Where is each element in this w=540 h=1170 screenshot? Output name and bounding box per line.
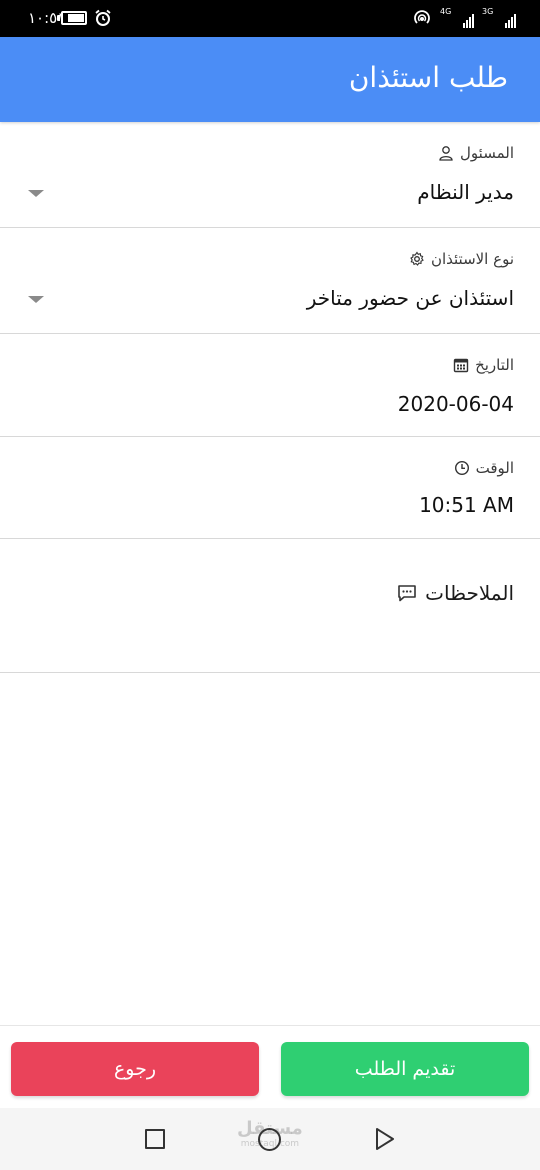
chevron-down-icon[interactable]: [28, 296, 44, 303]
system-nav-bar: مستقل mostaql.com: [0, 1108, 540, 1170]
leave-type-label-group: نوع الاستئذان: [409, 250, 514, 268]
date-value: 2020-06-04: [397, 392, 514, 416]
date-label: التاريخ: [475, 356, 514, 374]
home-icon[interactable]: [258, 1128, 281, 1151]
leave-type-label: نوع الاستئذان: [430, 250, 514, 268]
net-4g-label: 4G: [440, 7, 452, 16]
battery-icon: [57, 11, 87, 25]
net-3g-label: 3G: [482, 7, 494, 16]
app-bar: طلب استئذان: [0, 37, 540, 122]
chevron-down-icon[interactable]: [28, 190, 44, 197]
leave-type-value: استئذان عن حضور متاخر: [306, 286, 514, 310]
notes-placeholder: الملاحظات: [425, 581, 514, 605]
recent-apps-icon[interactable]: [145, 1129, 165, 1149]
gear-icon: [410, 251, 424, 266]
leave-type-select[interactable]: نوع الاستئذان استئذان عن حضور متاخر: [0, 228, 540, 334]
responsible-select[interactable]: المسئول مدير النظام: [0, 122, 540, 228]
status-bar: ١٠:٥١ 4G 3G: [0, 0, 540, 37]
hotspot-icon: [414, 10, 430, 24]
date-label-group: التاريخ: [453, 356, 514, 374]
responsible-value: مدير النظام: [417, 180, 514, 204]
time-label: الوقت: [475, 459, 514, 477]
back-button[interactable]: رجوع: [11, 1042, 259, 1096]
time-label-group: الوقت: [454, 459, 514, 477]
person-icon: [439, 146, 453, 161]
time-field[interactable]: الوقت 10:51 AM: [0, 437, 540, 539]
back-triangle-icon[interactable]: [374, 1127, 396, 1151]
signal-4g-icon: 4G: [440, 8, 474, 28]
signal-3g-icon: 3G: [482, 8, 516, 28]
submit-request-button[interactable]: تقديم الطلب: [281, 1042, 529, 1096]
clock-icon: [454, 460, 469, 476]
action-bar: رجوع تقديم الطلب: [0, 1025, 540, 1108]
responsible-label-group: المسئول: [438, 144, 514, 162]
chat-icon: [398, 585, 416, 602]
page-title: طلب استئذان: [348, 61, 508, 94]
calendar-icon: [453, 358, 469, 373]
notes-field[interactable]: الملاحظات: [0, 539, 540, 673]
time-value: 10:51 AM: [419, 493, 514, 517]
notes-placeholder-group: الملاحظات: [397, 581, 514, 605]
alarm-icon: [95, 9, 111, 26]
date-field[interactable]: التاريخ 2020-06-04: [0, 334, 540, 437]
responsible-label: المسئول: [460, 144, 514, 162]
